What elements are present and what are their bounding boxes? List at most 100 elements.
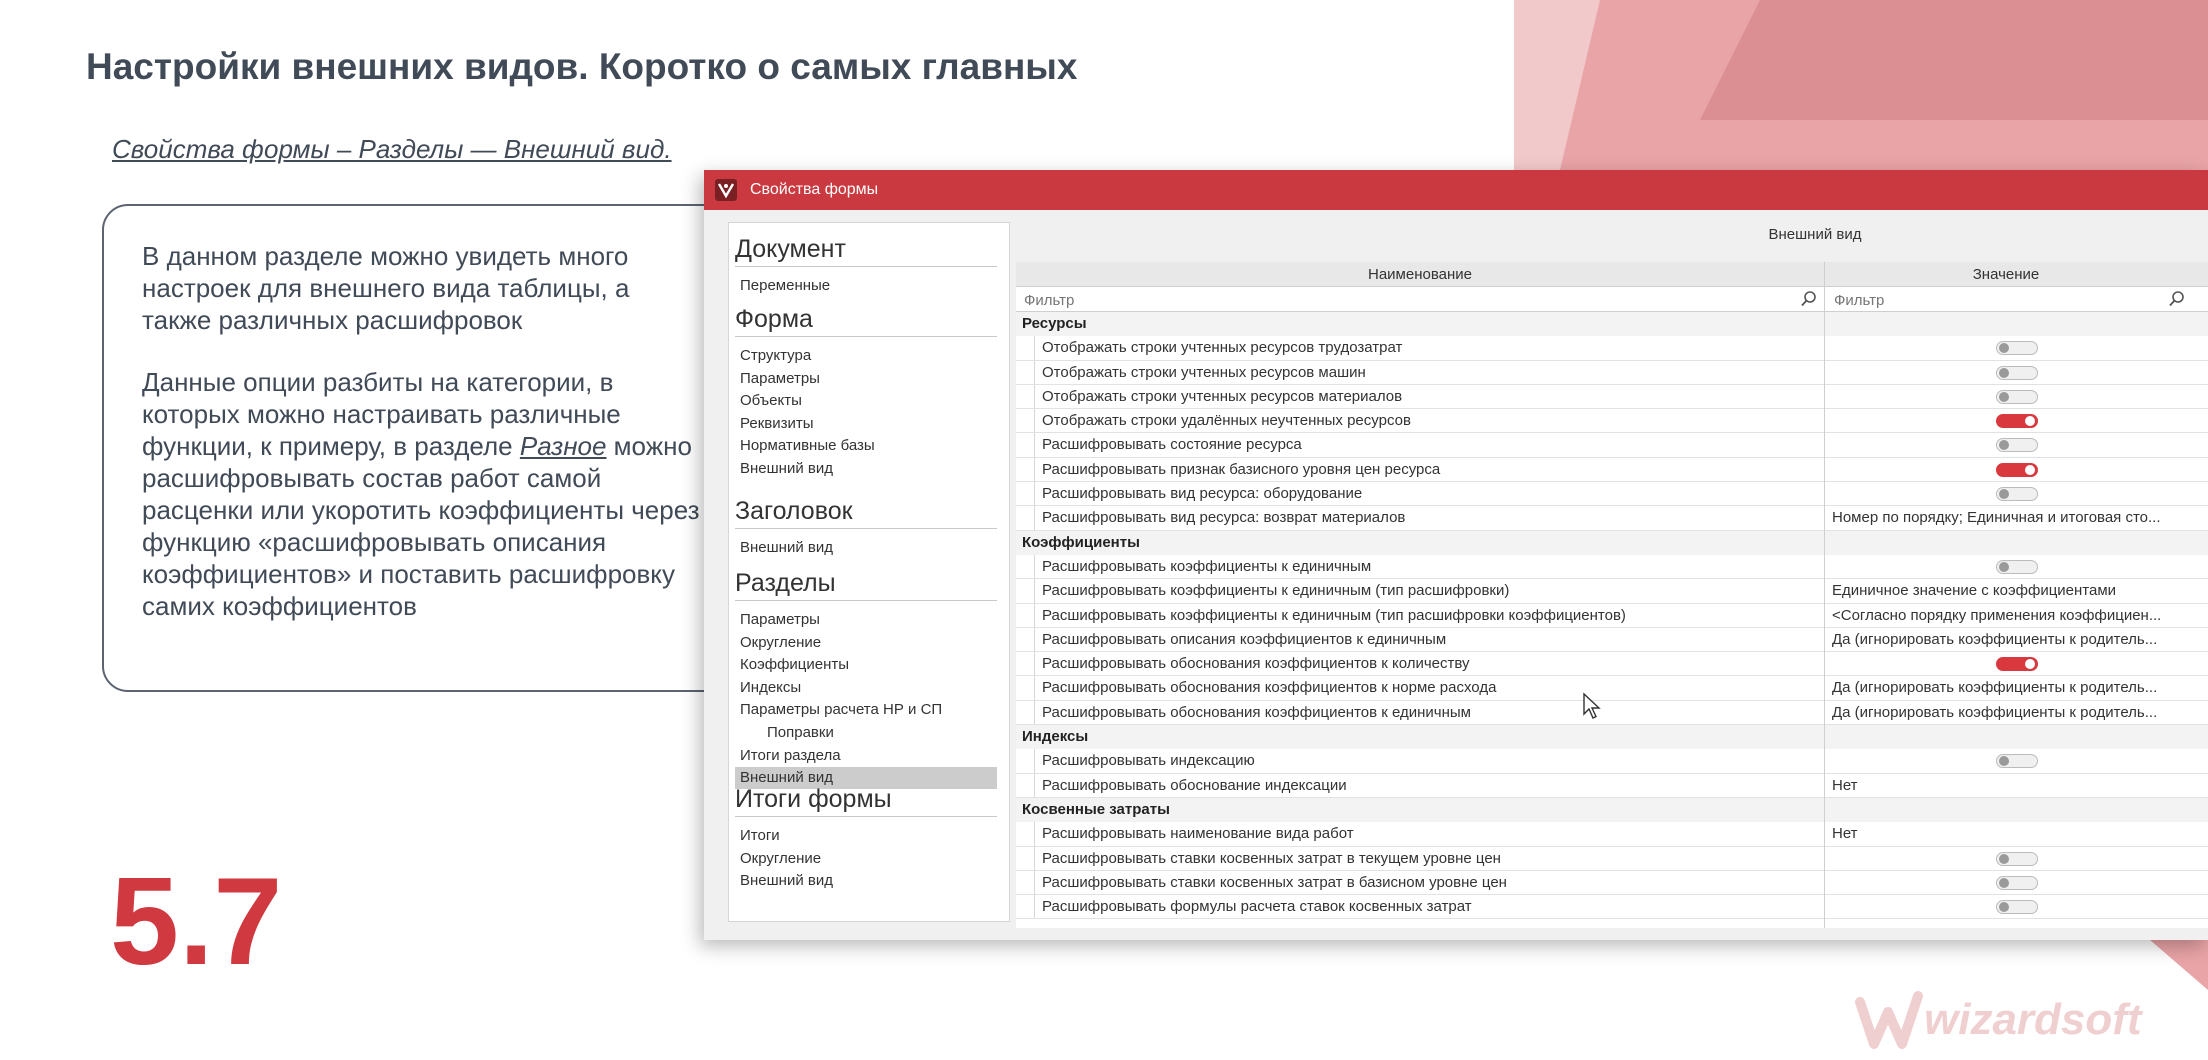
toggle-switch-off[interactable]	[1996, 851, 2038, 866]
toggle-switch-off[interactable]	[1996, 487, 2038, 502]
property-value[interactable]: Да (игнорировать коэффициенты к родитель…	[1832, 631, 2172, 648]
table-row[interactable]: Расшифровывать описания коэффициентов к …	[1016, 627, 2208, 653]
table-row[interactable]: Расшифровывать признак базисного уровня …	[1016, 457, 2208, 483]
properties-grid: Наименование Значение Ресурсы Отображать …	[1016, 262, 2208, 928]
nav-item[interactable]: Внешний вид	[740, 458, 988, 480]
wizardsoft-logo: wizardsoft	[1855, 991, 2144, 1049]
nav-section-5: Итоги формы	[735, 785, 997, 817]
row-indent-line	[1034, 700, 1035, 725]
filter-name-input[interactable]	[1022, 289, 1796, 311]
toggle-switch-off[interactable]	[1996, 365, 2038, 380]
toggle-switch-off[interactable]	[1996, 438, 2038, 453]
table-row[interactable]: Расшифровывать обоснование индексации Нет	[1016, 773, 2208, 798]
category-name: Ресурсы	[1022, 315, 1087, 332]
window-title: Свойства формы	[750, 181, 879, 198]
column-header-name[interactable]: Наименование	[1016, 266, 1824, 283]
property-name: Расшифровывать обоснования коэффициентов…	[1042, 703, 1471, 721]
column-header-value[interactable]: Значение	[1826, 266, 2186, 283]
property-name: Отображать строки учтенных ресурсов мате…	[1042, 387, 1403, 405]
table-row[interactable]: Расшифровывать ставки косвенных затрат в…	[1016, 870, 2208, 896]
toggle-switch-off[interactable]	[1996, 559, 2038, 574]
toggle-switch-off[interactable]	[1996, 341, 2038, 356]
nav-item[interactable]: Внешний вид	[740, 537, 988, 559]
search-icon[interactable]	[1800, 290, 1818, 308]
nav-item[interactable]: Округление	[740, 848, 988, 870]
toggle-switch-on[interactable]	[1996, 414, 2038, 429]
table-row[interactable]: Расшифровывать коэффициенты к единичным	[1016, 554, 2208, 580]
property-value[interactable]: Нет	[1832, 825, 2172, 842]
grid-header: Наименование Значение	[1016, 262, 2208, 287]
table-row[interactable]: Расшифровывать обоснования коэффициентов…	[1016, 652, 2208, 677]
toggle-switch-off[interactable]	[1996, 754, 2038, 769]
property-name: Расшифровывать коэффициенты к единичным …	[1042, 606, 1626, 624]
search-icon[interactable]	[2168, 290, 2186, 308]
nav-item[interactable]: Коэффициенты	[740, 654, 988, 676]
table-row[interactable]: Расшифровывать вид ресурса: возврат мате…	[1016, 506, 2208, 531]
app-icon	[715, 179, 737, 201]
info-paragraph-2: Данные опции разбиты на категории, в кот…	[142, 366, 702, 622]
table-row[interactable]: Отображать строки удалённых неучтенных р…	[1016, 409, 2208, 434]
row-indent-line	[1034, 336, 1035, 360]
category-row[interactable]: Косвенные затраты	[1016, 797, 2208, 823]
category-row[interactable]: Индексы	[1016, 725, 2208, 750]
property-value[interactable]: <Согласно порядку применения коэффициен.…	[1832, 607, 2172, 624]
filter-value-input[interactable]	[1832, 289, 2156, 311]
nav-item[interactable]: Итоги раздела	[740, 745, 988, 767]
nav-item[interactable]: Объекты	[740, 390, 988, 412]
nav-item[interactable]: Нормативные базы	[740, 435, 988, 457]
row-indent-line	[1034, 846, 1035, 870]
toggle-switch-on[interactable]	[1996, 462, 2038, 477]
table-row[interactable]: Отображать строки учтенных ресурсов мате…	[1016, 384, 2208, 410]
column-separator[interactable]	[1824, 262, 1825, 928]
window-titlebar[interactable]: Свойства формы	[704, 170, 2208, 210]
table-row[interactable]: Отображать строки учтенных ресурсов маши…	[1016, 360, 2208, 385]
nav-item[interactable]: Структура	[740, 345, 988, 367]
toggle-switch-off[interactable]	[1996, 389, 2038, 404]
table-row[interactable]: Расшифровывать коэффициенты к единичным …	[1016, 579, 2208, 604]
table-row[interactable]: Расшифровывать индексацию	[1016, 749, 2208, 774]
property-value[interactable]: Да (игнорировать коэффициенты к родитель…	[1832, 704, 2172, 721]
table-row[interactable]: Расшифровывать вид ресурса: оборудование	[1016, 482, 2208, 507]
nav-section-1: Документ	[735, 235, 997, 267]
row-indent-line	[1034, 773, 1035, 797]
table-row[interactable]: Расшифровывать наименование вида работ Не…	[1016, 822, 2208, 847]
nav-item[interactable]: Параметры	[740, 368, 988, 390]
property-name: Расшифровывать ставки косвенных затрат в…	[1042, 849, 1501, 867]
mouse-cursor-icon	[1583, 692, 1601, 719]
nav-item[interactable]: Внешний вид	[740, 870, 988, 892]
property-value[interactable]: Нет	[1832, 777, 2172, 794]
grid-rows: Ресурсы Отображать строки учтенных ресурс…	[1016, 312, 2208, 920]
category-row[interactable]: Коэффициенты	[1016, 530, 2208, 555]
table-row[interactable]: Расшифровывать состояние ресурса	[1016, 433, 2208, 458]
slide-title: Настройки внешних видов. Коротко о самых…	[86, 46, 1078, 87]
logo-text: wizardsoft	[1924, 995, 2144, 1044]
property-value[interactable]: Номер по порядку; Единичная и итоговая с…	[1832, 509, 2172, 526]
row-indent-line	[1034, 506, 1035, 530]
table-row[interactable]: Расшифровывать коэффициенты к единичным …	[1016, 603, 2208, 628]
property-name: Расшифровывать обоснования коэффициентов…	[1042, 679, 1497, 697]
category-row[interactable]: Ресурсы	[1016, 312, 2208, 337]
nav-item[interactable]: Итоги	[740, 825, 988, 847]
property-name: Расшифровывать состояние ресурса	[1042, 436, 1302, 454]
table-row[interactable]: Расшифровывать ставки косвенных затрат в…	[1016, 846, 2208, 871]
table-row[interactable]: Отображать строки учтенных ресурсов труд…	[1016, 336, 2208, 361]
row-indent-line	[1034, 749, 1035, 773]
nav-item[interactable]: Реквизиты	[740, 413, 988, 435]
nav-item[interactable]: Параметры расчета НР и СП	[740, 699, 988, 721]
property-name: Расшифровывать обоснование индексации	[1042, 776, 1347, 794]
toggle-switch-off[interactable]	[1996, 900, 2038, 915]
table-row[interactable]: Расшифровывать обоснования коэффициентов…	[1016, 700, 2208, 726]
table-row[interactable]: Расшифровывать формулы расчета ставок ко…	[1016, 895, 2208, 920]
property-name: Расшифровывать индексацию	[1042, 752, 1255, 770]
property-value[interactable]: Да (игнорировать коэффициенты к родитель…	[1832, 679, 2172, 696]
nav-item[interactable]: Переменные	[740, 275, 988, 297]
toggle-switch-on[interactable]	[1996, 657, 2038, 672]
toggle-switch-off[interactable]	[1996, 875, 2038, 890]
property-name: Расшифровывать вид ресурса: возврат мате…	[1042, 509, 1406, 527]
table-row[interactable]: Расшифровывать обоснования коэффициентов…	[1016, 676, 2208, 701]
nav-item[interactable]: Поправки	[767, 722, 1015, 744]
nav-item[interactable]: Округление	[740, 632, 988, 654]
property-value[interactable]: Единичное значение с коэффициентами	[1832, 582, 2172, 599]
nav-item[interactable]: Индексы	[740, 677, 988, 699]
nav-item[interactable]: Параметры	[740, 609, 988, 631]
